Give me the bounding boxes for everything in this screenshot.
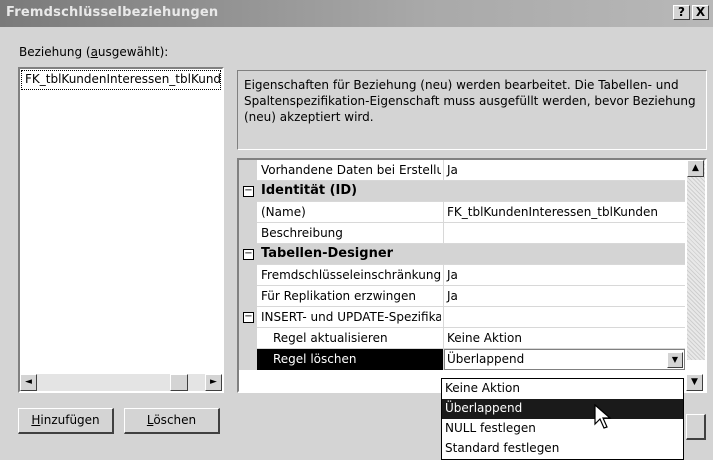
dropdown-option[interactable]: NULL festlegen [442,419,683,439]
row-gutter [239,265,257,286]
row-gutter [239,223,257,244]
rule-dropdown-list[interactable]: Keine Aktion Überlappend NULL festlegen Sta… [441,378,684,460]
property-name: Fremdschlüsseleinschränkung erzwingen [261,268,441,282]
scroll-thumb[interactable] [170,374,188,391]
relation-list-label: Beziehung (ausgewählt): [19,45,169,59]
help-button[interactable]: ? [673,5,690,20]
property-name: Vorhandene Daten bei Erstellung prüfen [261,163,441,177]
collapse-icon[interactable]: − [243,186,254,197]
horizontal-scrollbar[interactable]: ◄ ► [20,374,222,391]
row-gutter [239,202,257,223]
title-bar: Fremdschlüsselbeziehungen ? X [0,0,713,27]
property-name: Regel löschen [273,352,357,366]
property-name: Beschreibung [261,226,343,240]
property-row[interactable]: −INSERT- und UPDATE-Spezifikation [239,307,685,328]
property-name: Regel aktualisieren [273,331,388,345]
property-grid[interactable]: Vorhandene Daten bei Erstellung prüfen Ja… [237,158,707,393]
add-button[interactable]: Hinzufügen [18,408,114,434]
column-separator [443,349,444,370]
property-row[interactable]: Regel aktualisieren Keine Aktion [239,328,685,349]
description-box: Eigenschaften für Beziehung (neu) werden… [237,70,707,150]
collapse-icon[interactable]: − [243,249,254,260]
row-gutter [239,349,257,370]
property-category[interactable]: − Tabellen-Designer [239,244,685,265]
chevron-down-icon[interactable]: ▼ [667,352,683,368]
dropdown-option[interactable]: Standard festlegen [442,439,683,459]
property-row[interactable]: Fremdschlüsseleinschränkung erzwingen Ja [239,265,685,286]
property-row[interactable]: Vorhandene Daten bei Erstellung prüfen Ja [239,160,685,181]
column-separator [443,286,444,307]
delete-button[interactable]: Löschen [124,408,220,434]
property-name: INSERT- und UPDATE-Spezifikation [261,310,441,324]
property-row[interactable]: Für Replikation erzwingen Ja [239,286,685,307]
property-row[interactable]: ▼ Regel löschen Überlappend [239,349,685,370]
property-value[interactable]: Ja [447,289,458,303]
property-value[interactable]: Keine Aktion [447,331,522,345]
column-separator [443,202,444,223]
scroll-up-icon[interactable]: ▲ [687,160,704,177]
property-category[interactable]: − Identität (ID) [239,181,685,202]
scroll-right-icon[interactable]: ► [205,374,222,391]
dropdown-option[interactable]: Überlappend [442,399,683,419]
collapse-icon[interactable]: − [243,312,254,323]
property-value[interactable]: FK_tblKundenInteressen_tblKunden [447,205,658,219]
row-gutter [239,286,257,307]
property-value[interactable]: Ja [447,268,458,282]
property-name: Identität (ID) [261,183,358,198]
close-button[interactable]: X [692,5,709,20]
column-separator [443,160,444,181]
vertical-scrollbar[interactable]: ▲ [687,160,705,360]
row-gutter [239,328,257,349]
scroll-down-icon[interactable]: ▼ [686,374,703,391]
property-value[interactable]: Überlappend [447,352,524,366]
mouse-pointer-icon [594,404,612,429]
column-separator [443,307,444,328]
list-item[interactable]: FK_tblKundenInteressen_tblKunden [21,70,221,90]
property-name: Für Replikation erzwingen [261,289,416,303]
column-separator [443,223,444,244]
dropdown-option[interactable]: Keine Aktion [442,379,683,399]
column-separator [443,328,444,349]
side-button[interactable] [686,414,706,440]
property-value[interactable]: Ja [447,163,458,177]
property-name: Tabellen-Designer [261,246,394,261]
window-title: Fremdschlüsselbeziehungen [6,5,219,20]
property-row[interactable]: (Name) FK_tblKundenInteressen_tblKunden [239,202,685,223]
scroll-left-icon[interactable]: ◄ [20,374,37,391]
column-separator [443,265,444,286]
property-name: (Name) [261,205,306,219]
relation-list[interactable]: FK_tblKundenInteressen_tblKunden ◄ ► [18,67,224,393]
property-row[interactable]: Beschreibung [239,223,685,244]
row-gutter [239,160,257,181]
